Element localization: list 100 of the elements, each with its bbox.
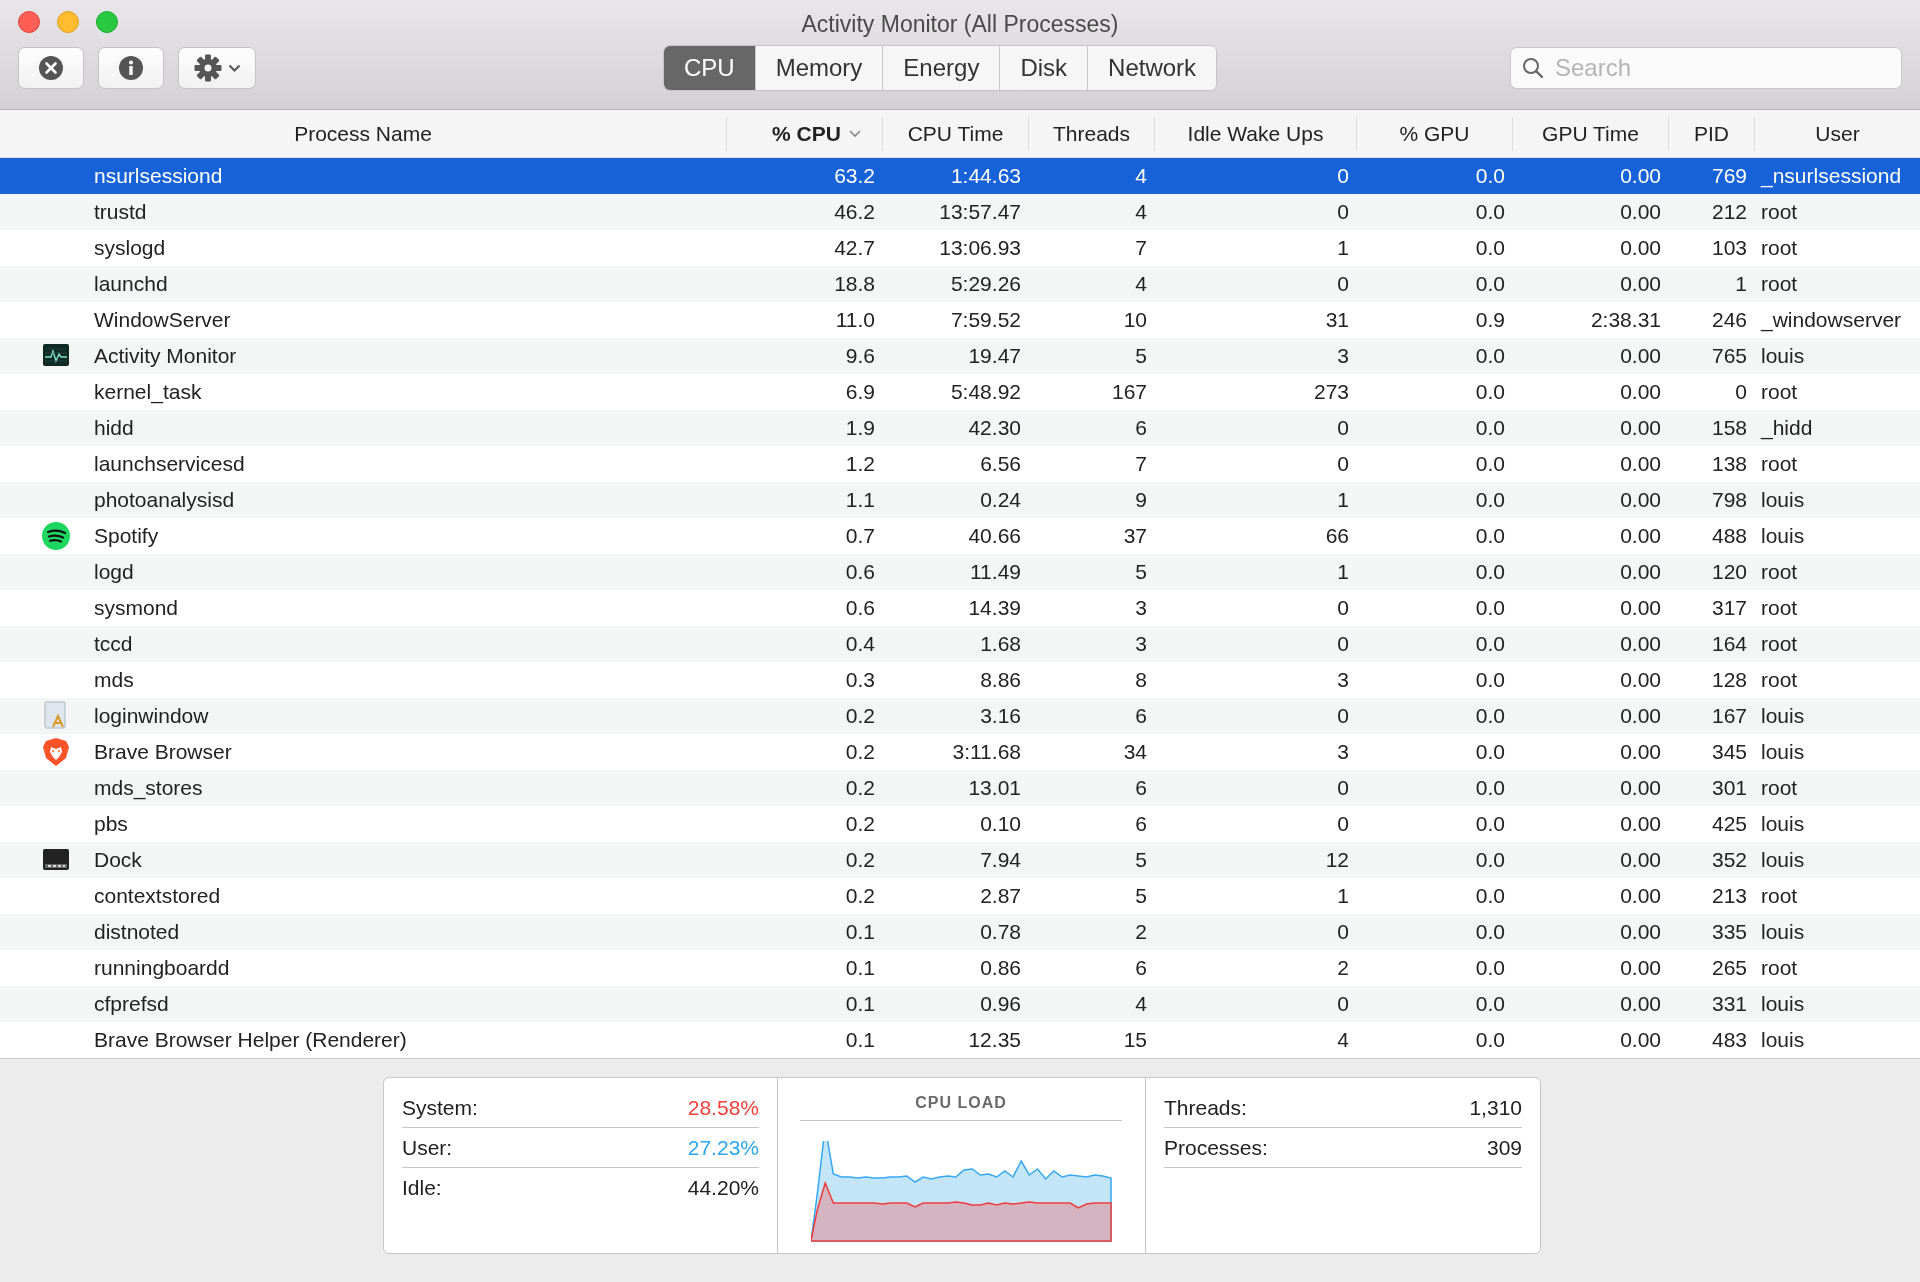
table-cell-text: 14.39 [967,596,1022,620]
table-cell-text: 0 [1336,452,1350,476]
table-cell-text: root [1760,956,1799,980]
process-name: cfprefsd [94,992,169,1016]
table-row[interactable]: trustd 46.2 13:57.47 4 0 0.0 0.00 212 root [0,194,1920,230]
table-cell-text: root [1760,200,1799,224]
table-cell-text: 0.7 [844,524,876,548]
table-cell-text: 0 [1336,992,1350,1016]
column-header[interactable]: Threads [1029,116,1155,151]
settings-button[interactable] [178,47,256,89]
table-cell-text: 0.00 [1619,668,1662,692]
process-name: WindowServer [94,308,231,332]
stat-label: Idle: [402,1175,442,1200]
column-header[interactable]: GPU Time [1513,116,1669,151]
info-button[interactable] [98,47,164,89]
table-cell-text: 0.1 [844,920,876,944]
table-cell-text: 265 [1710,956,1748,980]
table-cell-text: 0.00 [1619,488,1662,512]
table-cell-text: 3 [1336,740,1350,764]
column-header[interactable]: CPU Time [883,116,1029,151]
search-field[interactable]: Search [1510,47,1902,89]
table-cell-text: 7 [1134,452,1148,476]
tab[interactable]: CPU [664,46,756,90]
table-cell-text: 0.00 [1619,848,1662,872]
table-row[interactable]: pbs 0.2 0.10 6 0 0.0 0.00 425 louis [0,806,1920,842]
table-cell-text: 0.0 [1474,596,1506,620]
process-name: launchd [94,272,168,296]
table-cell-text: 331 [1710,992,1748,1016]
table-cell-text: 103 [1710,236,1748,260]
table-cell-text: 34 [1122,740,1148,764]
table-cell-text: 0.2 [844,848,876,872]
stat-value: 309 [1486,1135,1522,1160]
table-cell-text: 212 [1710,200,1748,224]
table-cell-text: 6.56 [979,452,1022,476]
table-cell-text: 0.86 [979,956,1022,980]
table-row[interactable]: Activity Monitor 9.6 19.47 5 3 0.0 0.00 765 louis [0,338,1920,374]
table-cell-text: 0.0 [1474,236,1506,260]
column-header[interactable]: Idle Wake Ups [1155,116,1357,151]
column-header[interactable]: PID [1669,116,1755,151]
table-cell-text: louis [1760,704,1806,728]
table-cell-text: 0.9 [1474,308,1506,332]
table-cell-text: 0.0 [1474,668,1506,692]
table-cell-text: 3:11.68 [951,740,1022,764]
table-cell-text: 6 [1134,812,1148,836]
table-cell-text: 0.00 [1619,992,1662,1016]
table-row[interactable]: Dock 0.2 7.94 5 12 0.0 0.00 352 louis [0,842,1920,878]
table-cell-text: root [1760,560,1799,584]
table-row[interactable]: Brave Browser Helper (Renderer) 0.1 12.35 15 4 0.0 0.00 483 louis [0,1022,1920,1058]
caret-icon [227,63,241,73]
table-cell-text: 13.01 [967,776,1022,800]
table-cell-text: 6 [1134,704,1148,728]
table-row[interactable]: hidd 1.9 42.30 6 0 0.0 0.00 158 _hidd [0,410,1920,446]
table-cell-text: louis [1760,524,1806,548]
column-header[interactable]: % GPU [1357,116,1513,151]
table-row[interactable]: launchservicesd 1.2 6.56 7 0 0.0 0.00 138 root [0,446,1920,482]
table-cell-text: 7 [1134,236,1148,260]
table-row[interactable]: runningboardd 0.1 0.86 6 2 0.0 0.00 265 root [0,950,1920,986]
stat-value: 1,310 [1469,1095,1522,1120]
table-row[interactable]: loginwindow 0.2 3.16 6 0 0.0 0.00 167 louis [0,698,1920,734]
table-cell-text: 0.00 [1619,560,1662,584]
column-header[interactable]: User [1755,116,1920,151]
table-cell-text: 0.6 [844,560,876,584]
table-row[interactable]: Spotify 0.7 40.66 37 66 0.0 0.00 488 louis [0,518,1920,554]
table-cell-text: 0.0 [1474,920,1506,944]
table-row[interactable]: logd 0.6 11.49 5 1 0.0 0.00 120 root [0,554,1920,590]
table-cell-text: louis [1760,812,1806,836]
table-cell-text: 0 [1336,200,1350,224]
table-row[interactable]: mds 0.3 8.86 8 3 0.0 0.00 128 root [0,662,1920,698]
table-cell-text: 0.0 [1474,416,1506,440]
table-row[interactable]: sysmond 0.6 14.39 3 0 0.0 0.00 317 root [0,590,1920,626]
table-cell-text: 0 [1336,920,1350,944]
table-cell-text: 0.00 [1619,164,1662,188]
table-cell-text: 246 [1710,308,1748,332]
table-cell-text: 0.00 [1619,776,1662,800]
table-cell-text: 0.6 [844,596,876,620]
table-cell-text: _nsurlsessiond [1759,164,1903,188]
table-cell-text: 0.2 [844,812,876,836]
process-name: Brave Browser [94,740,232,764]
table-row[interactable]: syslogd 42.7 13:06.93 7 1 0.0 0.00 103 root [0,230,1920,266]
process-name: nsurlsessiond [94,164,223,188]
close-button[interactable] [18,11,40,33]
table-cell-text: 3 [1134,632,1148,656]
stop-process-button[interactable] [18,47,84,89]
table-row[interactable]: nsurlsessiond 63.2 1:44.63 4 0 0.0 0.00 769 _nsurlsessiond [0,158,1920,194]
table-cell-text: 0.00 [1619,740,1662,764]
process-name: distnoted [94,920,180,944]
table-cell-text: 0.0 [1474,344,1506,368]
table-cell-text: 0.00 [1619,812,1662,836]
table-row[interactable]: kernel_task 6.9 5:48.92 167 273 0.0 0.00 0 root [0,374,1920,410]
table-cell-text: 0.0 [1474,272,1506,296]
table-row[interactable]: photoanalysisd 1.1 0.24 9 1 0.0 0.00 798 louis [0,482,1920,518]
table-row[interactable]: WindowServer 11.0 7:59.52 10 31 0.9 2:38.31 246 _windowserver [0,302,1920,338]
table-row[interactable]: contextstored 0.2 2.87 5 1 0.0 0.00 213 root [0,878,1920,914]
table-row[interactable]: distnoted 0.1 0.78 2 0 0.0 0.00 335 louis [0,914,1920,950]
table-cell-text: 0.0 [1474,992,1506,1016]
table-row[interactable]: mds_stores 0.2 13.01 6 0 0.0 0.00 301 root [0,770,1920,806]
table-row[interactable]: tccd 0.4 1.68 3 0 0.0 0.00 164 root [0,626,1920,662]
table-row[interactable]: cfprefsd 0.1 0.96 4 0 0.0 0.00 331 louis [0,986,1920,1022]
table-row[interactable]: launchd 18.8 5:29.26 4 0 0.0 0.00 1 root [0,266,1920,302]
table-row[interactable]: Brave Browser 0.2 3:11.68 34 3 0.0 0.00 345 louis [0,734,1920,770]
